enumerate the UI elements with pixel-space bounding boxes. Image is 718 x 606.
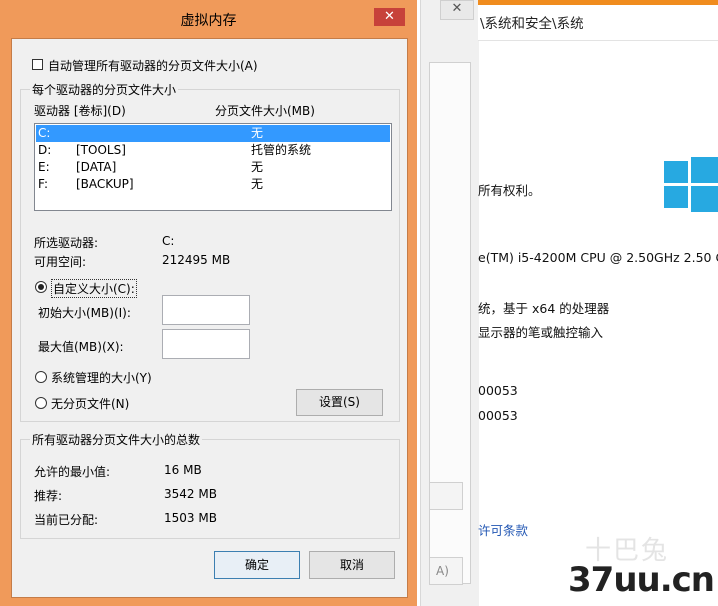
no-paging-label[interactable]: 无分页文件(N)	[51, 395, 129, 412]
drive-size: 无	[251, 177, 264, 191]
drive-paging-group-title: 每个驱动器的分页文件大小	[30, 81, 179, 98]
close-icon: ✕	[451, 1, 463, 16]
recommended-label: 推荐:	[34, 489, 63, 503]
drive-list[interactable]: C: 无 D: [TOOLS] 托管的系统 E: [DATA] 无 F: [BA…	[34, 123, 392, 211]
product-id-text-2: 00053	[478, 408, 518, 423]
windows-logo-icon	[664, 153, 718, 213]
total-paging-group-title: 所有驱动器分页文件大小的总数	[30, 431, 203, 448]
drive-row-e[interactable]: E: [DATA] 无	[36, 159, 390, 176]
dialog-titlebar[interactable]: 虚拟内存 ✕	[0, 0, 417, 34]
product-id-text: 00053	[478, 383, 518, 398]
custom-size-radio[interactable]	[35, 281, 47, 293]
free-space-label: 可用空间:	[34, 255, 87, 269]
custom-size-label[interactable]: 自定义大小(C):	[51, 279, 137, 298]
processor-text: e(TM) i5-4200M CPU @ 2.50GHz 2.50 GH	[478, 250, 718, 265]
drive-letter: E:	[38, 160, 50, 174]
strip-button[interactable]	[429, 482, 463, 510]
min-allowed-label: 允许的最小值:	[34, 465, 111, 479]
dialog-client-area: 自动管理所有驱动器的分页文件大小(A) 每个驱动器的分页文件大小 驱动器 [卷标…	[11, 38, 408, 598]
drive-row-d[interactable]: D: [TOOLS] 托管的系统	[36, 142, 390, 159]
column-header-size: 分页文件大小(MB)	[215, 104, 315, 118]
watermark-logo: 37uu.cn	[568, 560, 715, 600]
drive-label: [TOOLS]	[76, 143, 126, 157]
breadcrumb[interactable]: \系统和安全\系统	[480, 12, 584, 32]
currently-allocated-label: 当前已分配:	[34, 513, 99, 527]
ok-button[interactable]: 确定	[214, 551, 300, 579]
selected-drive-value: C:	[162, 234, 175, 248]
initial-size-input[interactable]	[162, 295, 250, 325]
max-size-input[interactable]	[162, 329, 250, 359]
window-accent-bar	[478, 0, 718, 5]
free-space-value: 212495 MB	[162, 253, 231, 267]
recommended-value: 3542 MB	[164, 487, 217, 501]
max-size-label: 最大值(MB)(X):	[38, 340, 124, 354]
min-allowed-value: 16 MB	[164, 463, 202, 477]
system-window-left-strip: A)	[420, 0, 479, 606]
drive-row-c[interactable]: C: 无	[36, 125, 390, 142]
drive-letter: D:	[38, 143, 52, 157]
ok-button-label: 确定	[244, 558, 269, 572]
system-managed-radio[interactable]	[35, 371, 47, 383]
strip-partial-button-label: A)	[436, 564, 449, 578]
drive-letter: F:	[38, 177, 49, 191]
virtual-memory-dialog: 虚拟内存 ✕ 自动管理所有驱动器的分页文件大小(A) 每个驱动器的分页文件大小 …	[0, 0, 417, 606]
drive-letter: C:	[38, 126, 51, 140]
drive-size: 无	[251, 126, 264, 140]
strip-partial-button[interactable]: A)	[429, 557, 463, 585]
currently-allocated-value: 1503 MB	[164, 511, 217, 525]
auto-manage-checkbox[interactable]	[32, 59, 43, 70]
cancel-button-label: 取消	[339, 558, 364, 572]
set-button-label: 设置(S)	[319, 395, 360, 409]
drive-label: [DATA]	[76, 160, 117, 174]
selected-drive-label: 所选驱动器:	[34, 236, 99, 250]
initial-size-label: 初始大小(MB)(I):	[38, 306, 131, 320]
system-type-text: 统，基于 x64 的处理器	[478, 301, 610, 316]
drive-size: 无	[251, 160, 264, 174]
cancel-button[interactable]: 取消	[309, 551, 395, 579]
copyright-text: 所有权利。	[478, 183, 541, 198]
auto-manage-label[interactable]: 自动管理所有驱动器的分页文件大小(A)	[48, 57, 258, 74]
background-close-button[interactable]: ✕	[440, 0, 474, 20]
dialog-close-button[interactable]: ✕	[374, 8, 405, 26]
drive-label: [BACKUP]	[76, 177, 134, 191]
drive-row-f[interactable]: F: [BACKUP] 无	[36, 176, 390, 193]
license-link-label: 许可条款	[478, 523, 529, 538]
set-button[interactable]: 设置(S)	[296, 389, 383, 416]
dialog-title: 虚拟内存	[180, 13, 237, 29]
column-header-drive: 驱动器 [卷标](D)	[34, 104, 126, 118]
no-paging-radio[interactable]	[35, 397, 47, 409]
pen-touch-text: 显示器的笔或触控输入	[478, 325, 604, 340]
system-managed-label[interactable]: 系统管理的大小(Y)	[51, 369, 152, 386]
close-icon: ✕	[384, 9, 395, 24]
drive-size: 托管的系统	[251, 143, 312, 157]
license-link[interactable]: 许可条款	[478, 520, 528, 539]
